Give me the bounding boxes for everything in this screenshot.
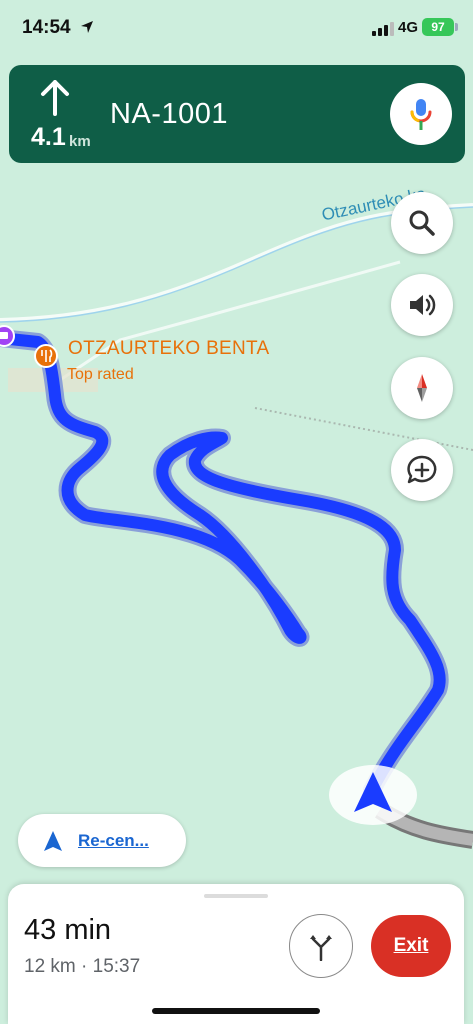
add-report-button[interactable] <box>391 439 453 501</box>
camera-poi-icon[interactable] <box>0 325 15 347</box>
signal-icon <box>372 22 394 36</box>
drag-handle[interactable] <box>204 894 268 898</box>
poi-name[interactable]: OTZAURTEKO BENTA <box>68 338 270 360</box>
poi-subtitle: Top rated <box>67 366 134 383</box>
search-icon <box>409 210 435 236</box>
battery-icon: 97 <box>422 18 454 36</box>
compass-icon <box>417 374 427 402</box>
battery-tip <box>455 23 458 31</box>
recenter-button[interactable]: Re-cen... <box>18 814 186 867</box>
distance-value: 4.1 <box>31 123 66 151</box>
trip-summary-sheet[interactable]: 43 min 12 km · 15:37 Exit <box>8 884 464 1024</box>
status-bar: 14:54 4G 97 <box>0 0 473 56</box>
navigation-arrow-icon <box>44 831 62 851</box>
search-button[interactable] <box>391 192 453 254</box>
navigation-banner[interactable]: 4.1 km NA-1001 <box>9 65 465 163</box>
microphone-icon <box>410 99 432 130</box>
current-location-marker <box>329 765 417 825</box>
recenter-label: Re-cen... <box>78 831 149 850</box>
road-name: NA-1001 <box>110 98 228 130</box>
network-type: 4G <box>398 19 419 36</box>
compass-button[interactable] <box>391 357 453 419</box>
distance-unit: km <box>69 133 91 150</box>
status-time: 14:54 <box>22 17 71 38</box>
voice-search-button[interactable] <box>390 83 452 145</box>
sound-button[interactable] <box>391 274 453 336</box>
add-report-icon <box>407 455 437 484</box>
trip-duration: 43 min <box>24 914 112 946</box>
trip-details: 12 km · 15:37 <box>24 956 141 977</box>
alternate-routes-button[interactable] <box>289 914 353 978</box>
location-arrow-icon <box>81 21 93 33</box>
home-indicator[interactable] <box>152 1008 320 1014</box>
alternate-routes-icon <box>310 935 332 961</box>
sound-icon <box>410 294 436 316</box>
straight-arrow-icon <box>41 80 69 116</box>
exit-button[interactable]: Exit <box>371 915 451 977</box>
restaurant-icon[interactable] <box>34 344 58 368</box>
